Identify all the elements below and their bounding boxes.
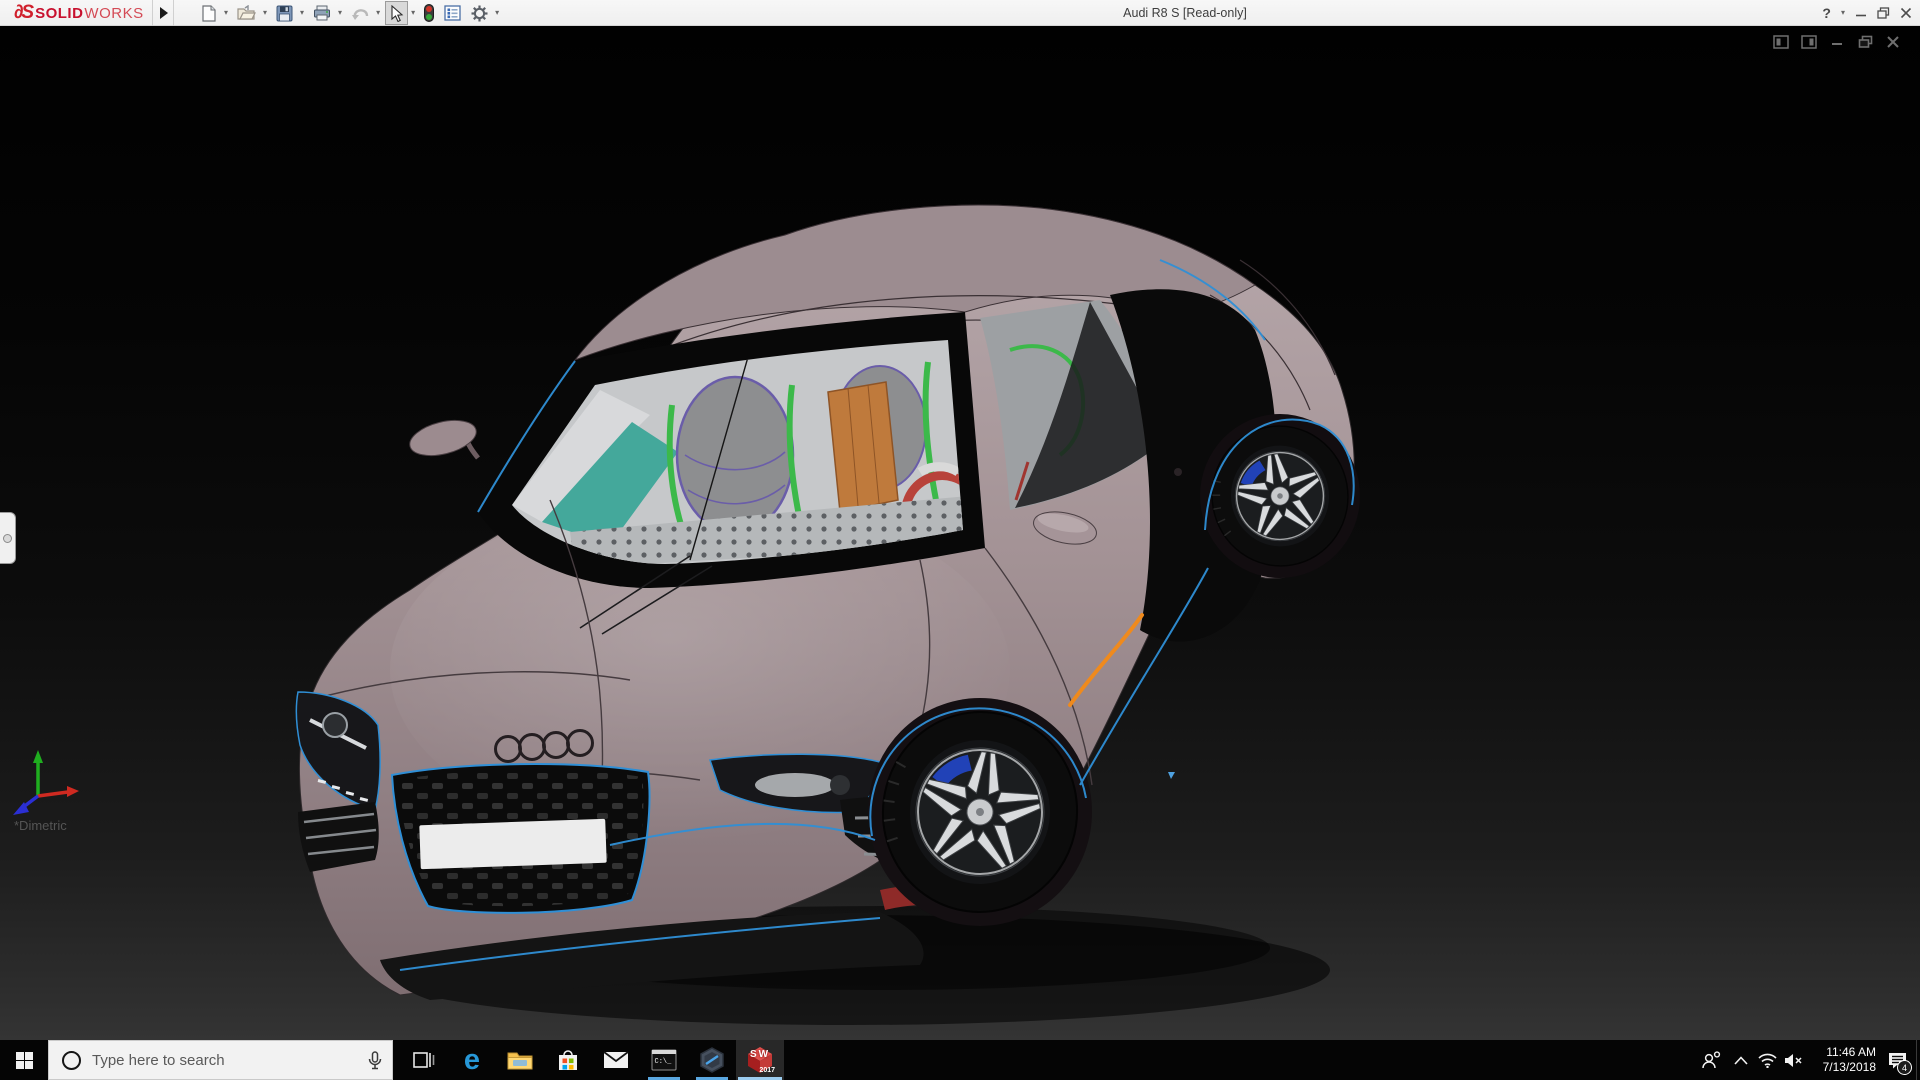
rebuild-traffic-light-icon (424, 4, 435, 22)
dropdown-caret-icon[interactable]: ▾ (263, 0, 267, 26)
task-view-button[interactable] (400, 1040, 448, 1080)
start-button[interactable] (0, 1040, 48, 1080)
store-icon (559, 1049, 577, 1070)
mail-button[interactable] (592, 1040, 640, 1080)
edrawings-button[interactable] (688, 1040, 736, 1080)
search-input[interactable] (92, 1051, 368, 1069)
taskbar-clock[interactable]: 11:46 AM 7/13/2018 (1802, 1040, 1876, 1080)
cortana-icon (62, 1050, 81, 1070)
file-properties-button[interactable] (440, 1, 465, 25)
feature-manager-collapsed-tab[interactable] (0, 512, 16, 564)
open-button[interactable] (233, 1, 260, 25)
network-button[interactable] (1754, 1040, 1780, 1080)
command-prompt-button[interactable]: C:\_ (640, 1040, 688, 1080)
select-tool-button[interactable] (385, 1, 409, 25)
doc-restore-button[interactable] (1856, 34, 1874, 50)
wifi-icon (1757, 1053, 1777, 1068)
pane-toggle-icon[interactable] (1772, 34, 1790, 50)
document-window-controls (1772, 34, 1902, 50)
show-desktop-button[interactable] (1916, 1040, 1920, 1080)
gear-icon (471, 5, 488, 21)
dropdown-caret-icon[interactable]: ▾ (411, 0, 415, 26)
interior-orange-panel (827, 381, 899, 513)
minimize-button[interactable] (1855, 7, 1867, 19)
headlight-projector (322, 712, 348, 738)
chevron-up-icon (1734, 1055, 1748, 1065)
doc-minimize-button[interactable] (1828, 34, 1846, 50)
window-controls: ? ▾ (1822, 0, 1912, 26)
pane-toggle-icon[interactable] (1800, 34, 1818, 50)
edge-button[interactable]: e (448, 1040, 496, 1080)
clock-time: 11:46 AM (1826, 1045, 1876, 1059)
undo-button[interactable] (347, 1, 373, 25)
notification-badge: 4 (1897, 1060, 1912, 1075)
restore-button[interactable] (1877, 7, 1890, 19)
solidworks-logo-mark-icon: ∂S (14, 2, 34, 23)
dropdown-caret-icon[interactable]: ▾ (338, 0, 342, 26)
command-prompt-icon: C:\_ (651, 1049, 677, 1071)
windows-logo-icon (15, 1051, 33, 1069)
edge-icon: e (463, 1043, 481, 1076)
file-properties-icon (444, 5, 461, 21)
new-document-button[interactable] (197, 1, 221, 25)
file-explorer-icon (507, 1052, 533, 1070)
play-arrow-icon (159, 7, 168, 19)
solidworks-window: ∂S SOLID WORKS ▾ ▾ ▾ ▾ ▾ ▾ ▾ Audi R8 S [… (0, 0, 1920, 1080)
people-button[interactable] (1698, 1040, 1724, 1080)
quick-access-toolbar: ▾ ▾ ▾ ▾ ▾ ▾ ▾ (196, 0, 503, 26)
save-button[interactable] (272, 1, 297, 25)
door-pin (1174, 468, 1182, 476)
microphone-icon[interactable] (368, 1050, 382, 1070)
help-button[interactable]: ? (1822, 5, 1831, 21)
solidworks-logo-text: SOLID (35, 4, 84, 22)
expand-pane-icon (3, 533, 12, 543)
svg-text:C:\_: C:\_ (655, 1058, 673, 1066)
dropdown-caret-icon[interactable]: ▾ (300, 0, 304, 26)
dropdown-caret-icon[interactable]: ▾ (376, 0, 380, 26)
open-folder-icon (237, 5, 256, 20)
close-button[interactable] (1900, 7, 1912, 19)
projector-right (830, 775, 850, 795)
rebuild-button[interactable] (420, 1, 438, 25)
graphics-viewport[interactable]: *Dimetric (0, 26, 1920, 1040)
solidworks-taskbar-button[interactable]: SW 2017 (736, 1040, 784, 1080)
select-cursor-icon (391, 4, 404, 22)
new-document-icon (202, 4, 216, 22)
solidworks-2017-icon: SW 2017 (748, 1047, 775, 1074)
license-plate[interactable] (419, 818, 607, 870)
file-explorer-button[interactable] (496, 1040, 544, 1080)
model-area[interactable] (280, 200, 1380, 1040)
printer-icon (314, 5, 331, 21)
headlight-chrome-right (755, 773, 835, 797)
volume-muted-icon (1784, 1053, 1802, 1067)
doc-close-button[interactable] (1884, 34, 1902, 50)
people-icon (1702, 1051, 1721, 1069)
edrawings-hexagon-icon (700, 1047, 724, 1073)
document-title: Audi R8 S [Read-only] (1123, 6, 1247, 20)
orientation-triad (13, 750, 79, 815)
windows-taskbar: e (0, 1040, 1920, 1080)
store-button[interactable] (544, 1040, 592, 1080)
hidden-icons-button[interactable] (1728, 1040, 1754, 1080)
undo-arrow-icon (352, 8, 369, 20)
mail-icon (603, 1051, 629, 1068)
title-bar: ∂S SOLID WORKS ▾ ▾ ▾ ▾ ▾ ▾ ▾ Audi R8 S [… (0, 0, 1920, 26)
solidworks-logo: ∂S SOLID WORKS (14, 0, 144, 26)
clock-date: 7/13/2018 (1822, 1060, 1876, 1074)
help-caret-icon[interactable]: ▾ (1841, 0, 1845, 26)
view-orientation-label: *Dimetric (14, 818, 67, 833)
save-floppy-icon (276, 5, 293, 21)
dropdown-caret-icon[interactable]: ▾ (224, 0, 228, 26)
solidworks-logo-text-light: WORKS (84, 4, 144, 22)
action-center-button[interactable]: 4 (1880, 1040, 1914, 1080)
task-view-icon (413, 1052, 435, 1068)
toolbar-overflow-caret-icon[interactable]: ▾ (495, 0, 499, 26)
menu-expand-button[interactable] (152, 0, 174, 26)
audi-r8-model[interactable] (280, 200, 1380, 1040)
options-button[interactable] (467, 1, 492, 25)
blue-marker (1168, 772, 1175, 779)
mirror-left[interactable] (406, 414, 480, 462)
taskbar-search[interactable] (48, 1040, 393, 1080)
print-button[interactable] (309, 1, 335, 25)
